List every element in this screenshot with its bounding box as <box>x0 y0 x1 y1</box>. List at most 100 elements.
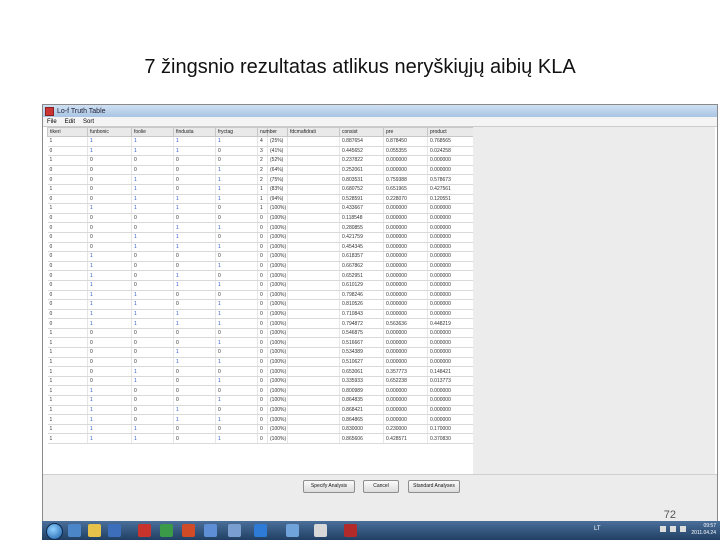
tray-network-icon[interactable] <box>670 526 676 532</box>
table-cell <box>287 261 340 272</box>
notepad-icon[interactable] <box>228 524 241 537</box>
table-cell: 0.445652 <box>339 146 384 157</box>
table-cell: 1 <box>131 174 174 185</box>
table-row[interactable]: 1 1 0 1 0 0 (100%) 0.868421 0.000000 0.000000 <box>47 405 473 416</box>
network-icon[interactable] <box>286 524 299 537</box>
table-cell: (100%) <box>267 280 288 291</box>
menu-bar: File Edit Sort <box>43 117 717 127</box>
table-cell: 0 <box>87 155 132 166</box>
table-cell: 1 <box>87 299 132 310</box>
table-row[interactable]: 0 1 1 0 0 0 (100%) 0.798246 0.000000 0.000000 <box>47 290 473 301</box>
column-header[interactable]: tikeri <box>47 127 88 137</box>
table-cell <box>287 194 340 205</box>
table-cell: 3 <box>257 146 268 157</box>
table-row[interactable]: 1 0 1 0 1 1 (83%) 0.680752 0.651965 0.427561 <box>47 184 473 195</box>
table-cell: 0 <box>215 347 258 358</box>
media-player-icon[interactable] <box>68 524 81 537</box>
table-cell: (100%) <box>267 222 288 233</box>
table-row[interactable]: 1 0 0 0 0 2 (52%) 0.237822 0.000000 0.000000 <box>47 155 473 166</box>
table-row[interactable]: 0 0 0 0 1 2 (64%) 0.252061 0.000000 0.000000 <box>47 165 473 176</box>
column-header[interactable]: foolie <box>131 127 174 137</box>
table-row[interactable]: 1 1 1 0 0 0 (100%) 0.830000 0.230000 0.170000 <box>47 424 473 435</box>
table-cell: 0.653061 <box>339 366 384 377</box>
outlook-icon[interactable] <box>204 524 217 537</box>
table-row[interactable]: 0 1 1 0 1 0 (100%) 0.810526 0.000000 0.000000 <box>47 299 473 310</box>
column-header[interactable]: product <box>427 127 473 137</box>
table-cell: 1 <box>131 318 174 329</box>
table-cell: 1 <box>215 261 258 272</box>
table-cell: 0.546875 <box>339 328 384 339</box>
cancel-button[interactable]: Cancel <box>363 480 399 493</box>
table-row[interactable]: 0 0 1 0 1 2 (75%) 0.803531 0.759388 0.578673 <box>47 174 473 185</box>
table-row[interactable]: 0 0 0 1 1 0 (100%) 0.280855 0.000000 0.000000 <box>47 222 473 233</box>
table-row[interactable]: 1 1 1 0 1 0 (100%) 0.865606 0.428571 0.370830 <box>47 433 473 444</box>
table-row[interactable]: 0 1 1 1 1 0 (100%) 0.794872 0.563636 0.448219 <box>47 318 473 329</box>
table-cell: (100%) <box>267 424 288 435</box>
tray-volume-icon[interactable] <box>680 526 686 532</box>
column-header[interactable]: funbonic <box>87 127 132 137</box>
table-cell: 0 <box>47 318 88 329</box>
column-header[interactable]: consist <box>339 127 384 137</box>
tray-flag-icon[interactable] <box>660 526 666 532</box>
table-row[interactable]: 0 0 0 0 0 0 (100%) 0.118548 0.000000 0.000000 <box>47 213 473 224</box>
column-header[interactable]: number <box>257 127 277 137</box>
language-indicator[interactable]: LT <box>594 526 601 532</box>
table-row[interactable]: 1 0 1 0 1 0 (100%) 0.335933 0.652238 0.013773 <box>47 376 473 387</box>
standard-analyses-button[interactable]: Standard Analyses <box>408 480 460 493</box>
table-cell: 0 <box>173 299 216 310</box>
table-row[interactable]: 1 0 0 0 1 0 (100%) 0.516667 0.000000 0.000000 <box>47 337 473 349</box>
menu-edit[interactable]: Edit <box>65 119 75 125</box>
specify-analysis-button[interactable]: Specify Analysis <box>303 480 355 493</box>
column-header[interactable]: pre <box>383 127 428 137</box>
column-header[interactable]: findusta <box>173 127 216 137</box>
table-cell: 0.055355 <box>383 146 428 157</box>
fs-qca-icon[interactable] <box>344 524 357 537</box>
start-button-icon[interactable] <box>46 523 63 540</box>
window-titlebar[interactable]: Lo-f Truth Table <box>43 105 717 117</box>
paint-icon[interactable] <box>314 524 327 537</box>
table-row[interactable]: 0 0 1 1 0 0 (100%) 0.421759 0.000000 0.000000 <box>47 232 473 243</box>
acrobat-icon[interactable] <box>138 524 151 537</box>
table-row[interactable]: 1 0 0 0 0 0 (100%) 0.546875 0.000000 0.000000 <box>47 328 473 339</box>
table-cell: 0.000000 <box>383 385 428 397</box>
powerpoint-icon[interactable] <box>182 524 195 537</box>
table-cell: 0.810526 <box>339 299 384 310</box>
table-cell <box>287 309 340 320</box>
table-cell: 0 <box>47 280 88 291</box>
internet-explorer-icon[interactable] <box>254 524 267 537</box>
table-row[interactable]: 0 1 1 1 0 3 (41%) 0.445652 0.055355 0.024258 <box>47 146 473 157</box>
column-header[interactable]: fdcmafidrati <box>287 127 340 137</box>
table-row[interactable]: 1 0 0 1 0 0 (100%) 0.534389 0.000000 0.000000 <box>47 347 473 358</box>
excel-icon[interactable] <box>160 524 173 537</box>
table-row[interactable]: 0 1 0 1 0 0 (100%) 0.652951 0.000000 0.000000 <box>47 270 473 281</box>
menu-sort[interactable]: Sort <box>83 119 94 125</box>
table-cell: 0 <box>173 174 216 185</box>
table-row[interactable]: 1 0 0 1 1 0 (100%) 0.510627 0.000000 0.000000 <box>47 357 473 368</box>
word-icon[interactable] <box>108 524 121 537</box>
table-row[interactable]: 0 1 0 1 1 0 (100%) 0.610129 0.000000 0.000000 <box>47 280 473 291</box>
clock[interactable]: 09:57 2011.04.24 <box>691 523 716 537</box>
column-header[interactable]: fryctag <box>215 127 258 137</box>
table-row[interactable]: 0 0 1 1 1 0 (100%) 0.454345 0.000000 0.000000 <box>47 242 473 253</box>
table-row[interactable]: 1 1 0 0 0 0 (100%) 0.800989 0.000000 0.000000 <box>47 385 473 397</box>
table-cell: 1 <box>87 433 132 444</box>
table-cell: 0 <box>257 347 268 358</box>
table-cell: 0 <box>87 328 132 339</box>
table-row[interactable]: 1 1 1 1 1 4 (25%) 0.887654 0.878450 0.768565 <box>47 136 473 147</box>
table-row[interactable]: 0 1 0 0 1 0 (100%) 0.667862 0.000000 0.000000 <box>47 261 473 272</box>
table-row[interactable]: 1 0 1 0 0 0 (100%) 0.653061 0.357773 0.148421 <box>47 366 473 377</box>
table-cell: 0.170000 <box>427 424 473 435</box>
table-row[interactable]: 0 1 1 1 1 0 (100%) 0.710843 0.000000 0.000000 <box>47 309 473 320</box>
table-cell: 0 <box>47 174 88 185</box>
table-cell: 0.357773 <box>383 366 428 377</box>
table-cell: 0 <box>215 328 258 339</box>
clock-date: 2011.04.24 <box>691 530 716 536</box>
table-row[interactable]: 1 1 0 0 1 0 (100%) 0.864835 0.000000 0.000000 <box>47 395 473 406</box>
table-row[interactable]: 1 1 0 1 1 0 (100%) 0.864865 0.000000 0.000000 <box>47 414 473 425</box>
table-row[interactable]: 0 1 0 0 0 0 (100%) 0.618357 0.000000 0.000000 <box>47 251 473 262</box>
folder-icon[interactable] <box>88 524 101 537</box>
table-row[interactable]: 0 0 1 1 1 1 (94%) 0.528591 0.228070 0.120551 <box>47 194 473 205</box>
menu-file[interactable]: File <box>47 119 57 125</box>
table-cell: (41%) <box>267 146 288 157</box>
table-row[interactable]: 1 1 1 1 0 1 (100%) 0.433667 0.000000 0.000000 <box>47 203 473 214</box>
